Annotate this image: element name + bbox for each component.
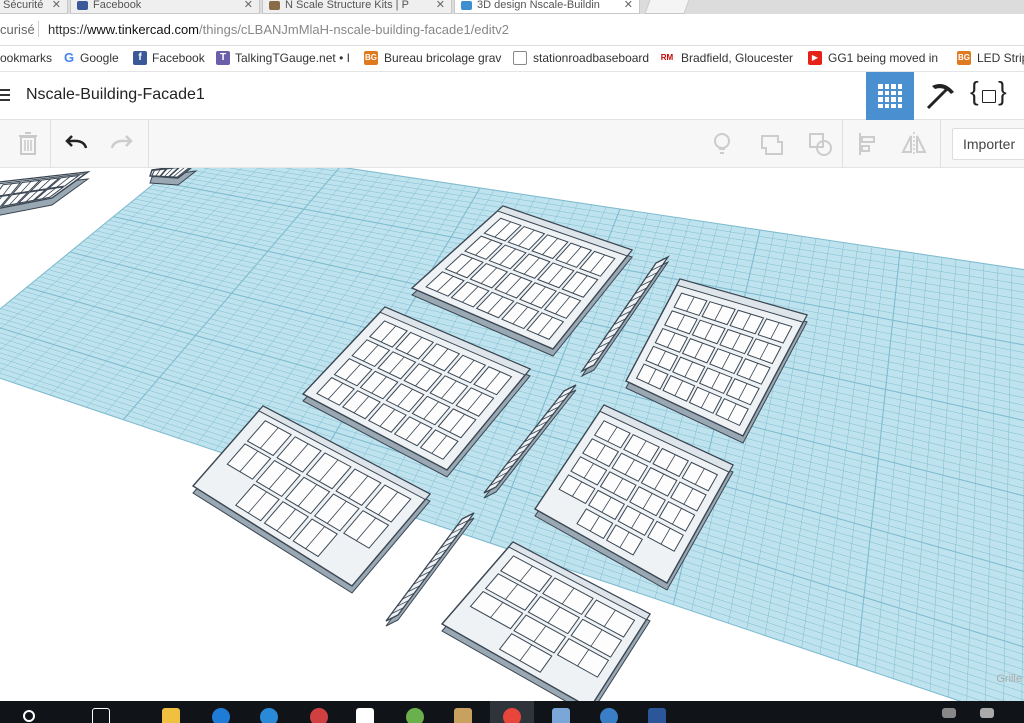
network-icon[interactable] [942, 708, 956, 718]
windows-taskbar [0, 701, 1024, 723]
url-scheme: https:// [48, 22, 88, 37]
toolbar-divider [940, 120, 941, 168]
undo-icon[interactable] [60, 128, 92, 160]
bookmark-item[interactable]: TalkingTGauge.net • I [235, 51, 350, 65]
brace-right-icon: } [998, 76, 1007, 106]
grid-settings-label[interactable]: Grille [996, 673, 1022, 685]
browser-tab[interactable]: N Scale Structure Kits | P ✕ [262, 0, 452, 14]
browser-tab-strip: Sécurité ✕ Facebook ✕ N Scale Structure Ki… [0, 0, 1024, 14]
edge-icon[interactable] [212, 708, 230, 723]
brace-left-icon: { [970, 76, 979, 106]
volume-icon[interactable] [980, 708, 994, 718]
address-bar[interactable]: curisé https://www.tinkercad.com/things/… [0, 14, 1024, 46]
edit-toolbar: Importer [0, 120, 1024, 168]
tab-close-icon[interactable]: ✕ [624, 0, 633, 11]
page-icon [513, 51, 527, 65]
talkingt-icon: T [216, 51, 230, 65]
bookmark-item[interactable]: Bureau bricolage grav [384, 51, 501, 65]
bookmark-item[interactable]: ookmarks [0, 51, 52, 65]
file-explorer-icon[interactable] [162, 708, 180, 723]
design-menu-icon[interactable] [0, 88, 12, 102]
search-icon[interactable] [22, 709, 38, 723]
browser-tab[interactable]: Facebook ✕ [70, 0, 260, 14]
bookmark-item[interactable]: Bradfield, Gloucester [681, 51, 793, 65]
toolbar-divider [50, 120, 51, 168]
url-host: www.tinkercad.com [87, 22, 200, 37]
code-blocks-button[interactable]: { } [968, 76, 1012, 114]
import-button[interactable]: Importer [952, 128, 1024, 160]
tab-close-icon[interactable]: ✕ [52, 0, 61, 11]
tinkercad-icon [461, 1, 472, 10]
task-view-icon[interactable] [92, 708, 110, 723]
toolbar-divider [148, 120, 149, 168]
workplane-scene[interactable] [0, 168, 1024, 701]
mirror-icon[interactable] [898, 128, 930, 160]
google-icon: G [63, 50, 75, 65]
align-icon[interactable] [852, 128, 884, 160]
photos-icon[interactable] [454, 708, 472, 723]
bookmark-item[interactable]: stationroadbaseboard [533, 51, 649, 65]
ungroup-icon[interactable] [804, 128, 836, 160]
bg-icon: BG [957, 51, 971, 65]
lightbulb-icon[interactable] [706, 128, 738, 160]
bookmark-item[interactable]: Google [80, 51, 119, 65]
browser-tab-active[interactable]: 3D design Nscale-Buildin ✕ [454, 0, 640, 14]
bookmark-item[interactable]: LED Strip [977, 51, 1024, 65]
new-tab-button[interactable] [644, 0, 692, 14]
store-icon[interactable] [356, 708, 374, 723]
url-path: /things/cLBANJmMlaH-nscale-building-faca… [199, 22, 509, 37]
internet-explorer-icon[interactable] [260, 708, 278, 723]
bg-icon: BG [364, 51, 378, 65]
chrome-icon[interactable] [503, 708, 521, 723]
tab-close-icon[interactable]: ✕ [244, 0, 253, 11]
design-title[interactable]: Nscale-Building-Facade1 [26, 86, 205, 104]
word-icon[interactable] [648, 708, 666, 723]
3d-design-view-button[interactable] [866, 72, 914, 120]
group-icon[interactable] [756, 128, 788, 160]
tab-label: N Scale Structure Kits | P [285, 0, 409, 11]
redo-icon[interactable] [106, 128, 138, 160]
app-header: Nscale-Building-Facade1 { } [0, 72, 1024, 120]
app-icon[interactable] [552, 708, 570, 723]
site-icon [269, 1, 280, 10]
youtube-icon: ▶ [808, 51, 822, 65]
security-indicator[interactable]: curisé [0, 22, 35, 37]
tab-label: Sécurité [3, 0, 44, 11]
globe-icon[interactable] [600, 708, 618, 723]
tab-close-icon[interactable]: ✕ [436, 0, 445, 11]
tab-label: 3D design Nscale-Buildin [477, 0, 600, 11]
facade-partial-left [0, 171, 91, 216]
facebook-icon [77, 1, 88, 10]
bookmark-item[interactable]: GG1 being moved in [828, 51, 938, 65]
workplane-viewport[interactable]: Grille [0, 168, 1024, 701]
bookmark-item[interactable]: Facebook [152, 51, 205, 65]
app-icon[interactable] [406, 708, 424, 723]
bookmarks-bar: ookmarks G Google f Facebook T TalkingTG… [0, 46, 1024, 72]
pickaxe-icon[interactable] [918, 78, 960, 114]
rm-icon: RM [660, 51, 674, 65]
grid-icon [878, 84, 902, 108]
divider [38, 21, 39, 37]
app-icon[interactable] [310, 708, 328, 723]
browser-tab[interactable]: Sécurité ✕ [0, 0, 68, 14]
facebook-icon: f [133, 51, 147, 65]
tab-label: Facebook [93, 0, 142, 11]
code-doc-icon [982, 90, 996, 103]
url-field[interactable]: https://www.tinkercad.com/things/cLBANJm… [48, 22, 509, 37]
delete-icon[interactable] [12, 128, 44, 160]
toolbar-divider [842, 120, 843, 168]
